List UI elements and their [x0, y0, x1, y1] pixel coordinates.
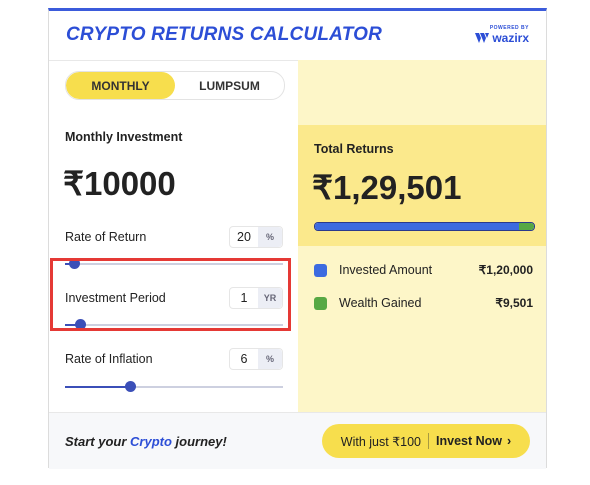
rate-of-inflation-slider-handle[interactable] — [125, 381, 137, 392]
header: CRYPTO RETURNS CALCULATOR POWERED BY waz… — [49, 11, 546, 61]
gained-label: Wealth Gained — [339, 296, 422, 310]
rate-of-inflation-value[interactable]: 6 — [230, 349, 258, 369]
cta-text-post: journey! — [171, 434, 227, 449]
investment-period-slider-handle[interactable] — [75, 319, 87, 330]
footer: Start your Crypto journey! With just ₹10… — [49, 412, 546, 469]
invested-bar-segment — [315, 223, 519, 230]
min-amount-text: With just ₹100 — [340, 434, 422, 449]
calculator-title: CRYPTO RETURNS CALCULATOR — [66, 24, 383, 45]
gained-value: ₹9,501 — [495, 296, 533, 310]
investment-period-unit: YR — [258, 288, 282, 308]
rate-of-inflation-field[interactable]: 6 % — [229, 348, 283, 370]
wazirx-logo-icon — [475, 33, 490, 43]
total-returns-box: Total Returns ₹1,29,501 — [298, 125, 546, 246]
gained-bar-segment — [518, 223, 534, 230]
cta-text-highlight: Crypto — [130, 434, 172, 449]
cta-text-pre: Start your — [65, 434, 131, 449]
invest-now-label: Invest Now — [436, 434, 503, 448]
rate-of-return-unit: % — [258, 227, 282, 247]
rate-of-inflation-slider[interactable] — [65, 381, 283, 392]
results-panel: Total Returns ₹1,29,501 Invested Amount … — [298, 60, 546, 412]
tab-lumpsum[interactable]: LUMPSUM — [175, 72, 284, 99]
investment-period-slider[interactable] — [65, 319, 283, 330]
invest-now-button[interactable]: With just ₹100 Invest Now › — [322, 424, 530, 458]
tab-monthly[interactable]: MONTHLY — [66, 72, 175, 99]
chevron-right-icon: › — [507, 434, 512, 448]
investment-period-value[interactable]: 1 — [230, 288, 258, 308]
returns-progress-bar — [314, 222, 535, 231]
gained-legend-row: Wealth Gained ₹9,501 — [314, 295, 533, 311]
investment-amount-input[interactable]: ₹10000 — [63, 164, 176, 203]
investment-period-label: Investment Period — [65, 291, 166, 305]
invested-legend-row: Invested Amount ₹1,20,000 — [314, 262, 533, 278]
investment-period-field[interactable]: 1 YR — [229, 287, 283, 309]
brand-logo[interactable]: POWERED BY wazirx — [475, 25, 529, 45]
total-returns-label: Total Returns — [314, 142, 394, 156]
invested-label: Invested Amount — [339, 263, 433, 277]
rate-of-return-label: Rate of Return — [65, 230, 147, 244]
rate-of-return-slider-handle[interactable] — [68, 258, 80, 269]
divider — [428, 433, 430, 449]
gained-color-swatch — [314, 296, 327, 310]
calculator-widget: CRYPTO RETURNS CALCULATOR POWERED BY waz… — [48, 8, 547, 469]
rate-of-return-value[interactable]: 20 — [230, 227, 258, 247]
input-panel: MONTHLY LUMPSUM Monthly Investment ₹1000… — [49, 60, 298, 412]
invested-color-swatch — [314, 263, 327, 277]
total-returns-value: ₹1,29,501 — [312, 169, 462, 206]
slider-fill — [65, 386, 131, 388]
rate-of-return-field[interactable]: 20 % — [229, 226, 283, 248]
investment-label: Monthly Investment — [65, 130, 183, 144]
rate-of-inflation-unit: % — [258, 349, 282, 369]
brand-name: wazirx — [492, 31, 529, 45]
mode-toggle: MONTHLY LUMPSUM — [65, 71, 285, 100]
cta-text: Start your Crypto journey! — [65, 434, 227, 449]
rate-of-return-slider[interactable] — [65, 258, 283, 269]
rate-of-inflation-label: Rate of Inflation — [65, 352, 153, 366]
invested-value: ₹1,20,000 — [478, 263, 533, 277]
